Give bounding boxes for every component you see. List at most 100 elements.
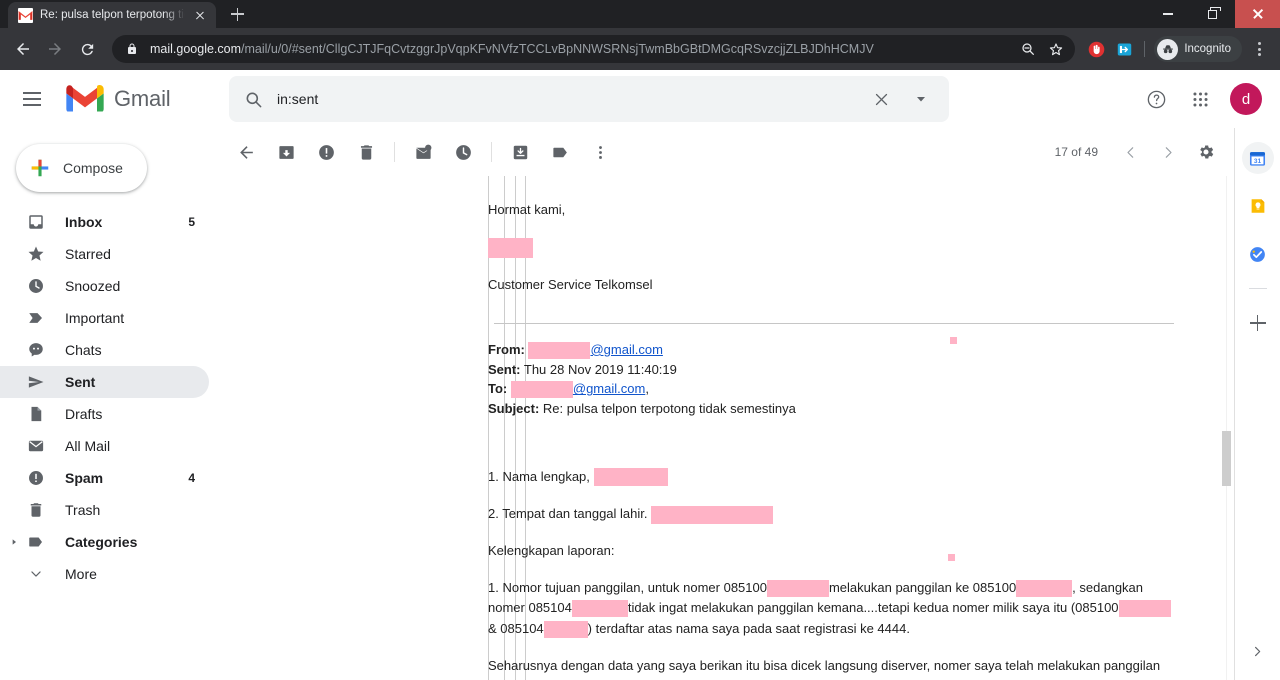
incognito-label: Incognito: [1184, 43, 1231, 55]
redaction-to-email: [510, 381, 573, 399]
clear-search-icon[interactable]: [861, 79, 901, 119]
google-keep-icon[interactable]: [1242, 190, 1274, 222]
extension-capture-icon[interactable]: [1111, 36, 1137, 62]
important-icon: [26, 308, 46, 328]
search-icon[interactable]: [229, 76, 277, 122]
snooze-button[interactable]: [443, 132, 483, 172]
message-toolbar: 17 of 49: [210, 128, 1234, 176]
add-ons-plus-icon[interactable]: [1242, 307, 1274, 339]
sidebar-item-inbox[interactable]: Inbox 5: [0, 206, 209, 238]
phones-part4: tidak ingat melakukan panggilan kemana..…: [627, 600, 1119, 616]
sidebar-item-spam[interactable]: Spam 4: [0, 462, 209, 494]
google-tasks-icon[interactable]: [1242, 238, 1274, 270]
redaction-phone-2: [1016, 580, 1073, 598]
redaction-block: [593, 468, 668, 487]
window-minimize-button[interactable]: [1145, 0, 1190, 28]
sidebar-item-drafts[interactable]: Drafts: [0, 398, 209, 430]
window-close-button[interactable]: [1235, 0, 1280, 28]
sidebar-item-label: Important: [65, 310, 125, 326]
gmail-logo-icon: [66, 85, 104, 112]
more-options-button[interactable]: [580, 132, 620, 172]
sidebar-item-label: Snoozed: [65, 278, 121, 294]
quoted-sent-row: Sent: Thu 28 Nov 2019 11:40:19: [488, 360, 1174, 380]
chrome-menu-button[interactable]: [1246, 34, 1272, 64]
sidebar: Compose Inbox 5 Starred Snoozed Important Cha…: [0, 128, 209, 680]
sidebar-item-label: More: [65, 566, 97, 582]
incognito-indicator[interactable]: Incognito: [1154, 36, 1242, 62]
quote-divider: [494, 322, 1174, 324]
sidebar-item-chats[interactable]: Chats: [0, 334, 209, 366]
account-avatar[interactable]: d: [1230, 83, 1262, 115]
url-domain: mail.google.com: [150, 42, 242, 56]
expand-side-panel-icon[interactable]: [1243, 636, 1273, 666]
sidebar-item-trash[interactable]: Trash: [0, 494, 209, 526]
trash-icon: [26, 500, 46, 520]
subject-label: Subject:: [488, 401, 540, 417]
zoom-out-icon[interactable]: [1015, 36, 1041, 62]
report-spam-button[interactable]: [306, 132, 346, 172]
reload-button[interactable]: [72, 34, 102, 64]
allmail-icon: [26, 436, 46, 456]
search-input[interactable]: [277, 91, 861, 107]
from-domain-link[interactable]: @gmail.com: [590, 342, 662, 357]
search-box[interactable]: [229, 76, 949, 122]
back-button[interactable]: [8, 34, 38, 64]
sidebar-item-label: Sent: [65, 374, 96, 390]
tab-strip: Re: pulsa telpon terpotong tidak: [0, 0, 1280, 28]
redaction-phone-1: [766, 580, 829, 598]
address-bar[interactable]: mail.google.com/mail/u/0/#sent/CllgCJTJF…: [112, 35, 1076, 63]
sidebar-item-starred[interactable]: Starred: [0, 238, 209, 270]
sidebar-item-all-mail[interactable]: All Mail: [0, 430, 209, 462]
from-label: From:: [488, 341, 525, 357]
back-to-list-button[interactable]: [226, 132, 266, 172]
to-domain-link[interactable]: @gmail.com: [573, 381, 645, 396]
bookmark-star-icon[interactable]: [1043, 36, 1069, 62]
pink-artifact-1: [950, 336, 957, 344]
svg-text:31: 31: [1254, 157, 1262, 164]
extension-adblock-icon[interactable]: [1083, 36, 1109, 62]
rail-divider: [1248, 288, 1267, 289]
move-to-inbox-button[interactable]: [500, 132, 540, 172]
labels-button[interactable]: [540, 132, 580, 172]
phones-part1: 1. Nomor tujuan panggilan, untuk nomer 0…: [488, 580, 767, 596]
sidebar-item-categories[interactable]: Categories: [0, 526, 209, 558]
message-scroll-area[interactable]: Hormat kami, Customer Service Telkomsel …: [210, 176, 1234, 680]
tab-close-icon[interactable]: [192, 7, 208, 23]
older-message-button[interactable]: [1150, 134, 1186, 170]
compose-button[interactable]: Compose: [16, 144, 147, 192]
main-menu-button[interactable]: [8, 75, 56, 123]
browser-tab[interactable]: Re: pulsa telpon terpotong tidak: [8, 2, 216, 28]
sidebar-item-snoozed[interactable]: Snoozed: [0, 270, 209, 302]
new-tab-button[interactable]: [223, 0, 251, 28]
sidebar-item-sent[interactable]: Sent: [0, 366, 209, 398]
expand-arrow-icon[interactable]: [9, 537, 19, 547]
sidebar-item-count: 4: [188, 471, 195, 485]
quoted-to-row: To: @gmail.com,: [488, 379, 1174, 399]
scrollbar-thumb[interactable]: [1222, 431, 1231, 486]
chat-icon: [26, 340, 46, 360]
url-path: /mail/u/0/#sent/CllgCJTJFqCvtzggrJpVqpKF…: [241, 42, 874, 56]
delete-button[interactable]: [346, 132, 386, 172]
apps-grid-icon[interactable]: [1180, 79, 1220, 119]
email-body: Hormat kami, Customer Service Telkomsel …: [488, 176, 1234, 680]
plus-icon: [31, 159, 49, 177]
settings-gear-icon[interactable]: [1188, 134, 1224, 170]
mark-unread-button[interactable]: [403, 132, 443, 172]
newer-message-button[interactable]: [1112, 134, 1148, 170]
window-maximize-button[interactable]: [1190, 0, 1235, 28]
google-calendar-icon[interactable]: 31: [1241, 142, 1274, 174]
help-icon[interactable]: [1136, 79, 1176, 119]
sidebar-item-more[interactable]: More: [0, 558, 209, 590]
search-options-icon[interactable]: [901, 79, 941, 119]
sidebar-item-important[interactable]: Important: [0, 302, 209, 334]
gmail-logo[interactable]: Gmail: [65, 84, 219, 114]
pagination-label: 17 of 49: [1054, 145, 1098, 159]
forward-button[interactable]: [40, 34, 70, 64]
sidebar-item-label: Starred: [65, 246, 111, 262]
message-toolbar-right: 17 of 49: [1055, 134, 1234, 170]
archive-button[interactable]: [266, 132, 306, 172]
gmail-header: Gmail in:sent d: [0, 70, 1280, 128]
message-scrollbar[interactable]: [1219, 176, 1234, 680]
body-paragraph-phones: 1. Nomor tujuan panggilan, untuk nomer 0…: [488, 578, 1174, 638]
sidebar-item-label: Inbox: [65, 214, 103, 230]
